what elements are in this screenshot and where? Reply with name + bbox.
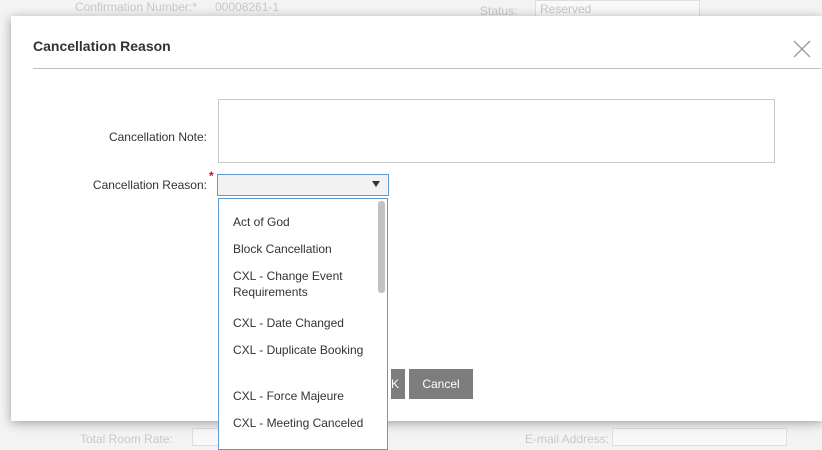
dialog-title: Cancellation Reason bbox=[33, 38, 171, 54]
cancellation-reason-select[interactable] bbox=[217, 174, 389, 196]
chevron-down-icon bbox=[372, 181, 380, 187]
total-room-rate-label: Total Room Rate: bbox=[80, 432, 173, 446]
email-field bbox=[612, 428, 787, 446]
list-item[interactable]: CXL - Duplicate Booking bbox=[233, 342, 368, 358]
cancellation-reason-label: Cancellation Reason: bbox=[92, 178, 207, 192]
dropdown-scrollbar[interactable] bbox=[378, 201, 385, 293]
list-item[interactable]: CXL - Date Changed bbox=[233, 315, 368, 331]
cancellation-note-input[interactable] bbox=[218, 99, 775, 163]
cancellation-reason-dialog: Cancellation Reason Cancellation Note: C… bbox=[11, 16, 822, 421]
list-item[interactable]: CXL - Change Event Requirements bbox=[233, 268, 368, 300]
ok-button[interactable]: K bbox=[391, 369, 405, 399]
list-item[interactable]: CXL - Force Majeure bbox=[233, 388, 368, 404]
cancel-button[interactable]: Cancel bbox=[409, 369, 473, 399]
close-button[interactable] bbox=[791, 38, 813, 60]
email-label: E-mail Address: bbox=[525, 432, 610, 446]
confirmation-value: 00008261-1 bbox=[215, 0, 280, 14]
close-icon bbox=[793, 40, 811, 58]
required-marker: * bbox=[209, 169, 214, 183]
confirmation-label: Confirmation Number:* bbox=[75, 0, 198, 14]
list-item[interactable]: Block Cancellation bbox=[233, 241, 368, 257]
list-item[interactable]: Act of God bbox=[233, 214, 368, 230]
title-divider bbox=[33, 68, 821, 69]
cancellation-note-label: Cancellation Note: bbox=[108, 130, 207, 144]
reason-options-list[interactable]: Act of God Block Cancellation CXL - Chan… bbox=[218, 198, 388, 450]
list-item[interactable]: CXL - Meeting Canceled bbox=[233, 415, 368, 431]
